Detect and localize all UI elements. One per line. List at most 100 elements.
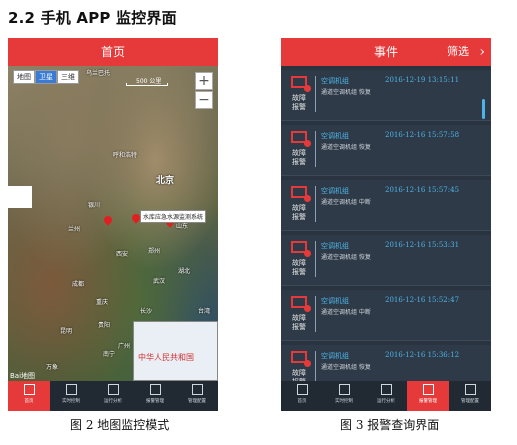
filter-button[interactable]: 筛选 xyxy=(447,38,469,66)
mail-alert-icon xyxy=(291,131,311,147)
city-label: 台湾 xyxy=(198,308,211,315)
alarm-phone-screenshot: 事件 筛选 › 故障报警 空调机组 2016-12-19 13:15:11 通道… xyxy=(281,38,491,411)
alarm-time: 2016-12-16 15:53:31 xyxy=(385,241,460,249)
divider xyxy=(315,351,316,381)
config-icon xyxy=(464,384,476,395)
config-icon xyxy=(191,384,203,395)
fault-label: 故障报警 xyxy=(292,149,306,166)
nav-home[interactable]: 首页 xyxy=(281,381,323,411)
alarm-topbar: 事件 筛选 › xyxy=(281,38,491,66)
map-view[interactable]: 地图 卫星 三维 500 公里 + − 乌兰巴托 呼和浩特 北京 银川 兰州 西… xyxy=(8,66,218,381)
alarm-title: 事件 xyxy=(373,45,398,59)
nav-config[interactable]: 管理配置 xyxy=(449,381,491,411)
fault-label: 故障报警 xyxy=(292,369,306,381)
alarm-desc: 通道空调机组 中断 xyxy=(321,199,371,206)
city-label: 西安 xyxy=(116,251,129,258)
alarm-list[interactable]: 故障报警 空调机组 2016-12-19 13:15:11 通道空调机组 恢复 … xyxy=(281,66,491,381)
divider xyxy=(315,76,316,112)
device-name: 空调机组 xyxy=(321,352,349,360)
nav-alarm[interactable]: 报警管理 xyxy=(407,381,449,411)
city-label: 武汉 xyxy=(153,278,166,285)
city-label: 银川 xyxy=(88,202,101,209)
nav-analysis[interactable]: 运行分析 xyxy=(365,381,407,411)
divider xyxy=(315,131,316,167)
city-label: 昆明 xyxy=(60,328,73,335)
nav-realtime-control[interactable]: 实时控制 xyxy=(50,381,92,411)
city-label: 长沙 xyxy=(140,308,153,315)
map-title: 首页 xyxy=(100,45,125,59)
mail-alert-icon xyxy=(291,296,311,312)
city-label: 湖北 xyxy=(178,268,191,275)
chart-icon xyxy=(380,384,392,395)
city-label: 南宁 xyxy=(103,351,116,358)
alarm-desc: 通道空调机组 恢复 xyxy=(321,89,371,96)
home-icon xyxy=(296,384,308,395)
divider xyxy=(315,186,316,222)
mail-alert-icon xyxy=(291,186,311,202)
alarm-desc: 通道空调机组 恢复 xyxy=(321,254,371,261)
zoom-in-button[interactable]: + xyxy=(195,72,213,90)
divider xyxy=(315,241,316,277)
alarm-list-item[interactable]: 故障报警 空调机组 2016-12-16 15:36:12 通道空调机组 恢复 xyxy=(281,345,491,381)
city-label: 万象 xyxy=(46,364,59,371)
alarm-list-item[interactable]: 故障报警 空调机组 2016-12-16 15:53:31 通道空调机组 恢复 xyxy=(281,235,491,286)
map-type-satellite[interactable]: 卫星 xyxy=(35,70,57,84)
mail-alert-icon xyxy=(291,76,311,92)
fault-label: 故障报警 xyxy=(292,259,306,276)
inset-map: 中华人民共和国 xyxy=(133,321,218,381)
alarm-desc: 通道空调机组 恢复 xyxy=(321,364,371,371)
figure-2-caption: 图 2 地图监控模式 xyxy=(70,418,170,432)
control-icon xyxy=(338,384,350,395)
alarm-time: 2016-12-19 13:15:11 xyxy=(385,76,460,84)
mail-alert-icon xyxy=(291,241,311,257)
map-phone-screenshot: 首页 地图 卫星 三维 500 公里 + − 乌兰巴托 呼和浩特 北京 银川 兰… xyxy=(8,38,218,411)
alarm-list-item[interactable]: 故障报警 空调机组 2016-12-16 15:57:58 通道空调机组 恢复 xyxy=(281,125,491,176)
fault-label: 故障报警 xyxy=(292,314,306,331)
alarm-list-item[interactable]: 故障报警 空调机组 2016-12-16 15:52:47 通道空调机组 中断 xyxy=(281,290,491,341)
city-label: 郑州 xyxy=(148,248,161,255)
chevron-right-icon[interactable]: › xyxy=(479,38,485,66)
scrollbar[interactable] xyxy=(482,99,485,119)
section-title: 2.2 手机 APP 监控界面 xyxy=(8,9,177,27)
city-label: 重庆 xyxy=(96,299,109,306)
bottom-nav: 首页 实时控制 运行分析 报警管理 管理配置 xyxy=(281,381,491,411)
nav-analysis[interactable]: 运行分析 xyxy=(92,381,134,411)
nav-home[interactable]: 首页 xyxy=(8,381,50,411)
scale-bar xyxy=(126,83,168,86)
nav-alarm[interactable]: 报警管理 xyxy=(134,381,176,411)
figure-3-caption: 图 3 报警查询界面 xyxy=(340,418,440,432)
info-panel xyxy=(8,186,32,208)
device-name: 空调机组 xyxy=(321,132,349,140)
nav-config[interactable]: 管理配置 xyxy=(176,381,218,411)
inset-label: 中华人民共和国 xyxy=(138,353,194,362)
control-icon xyxy=(65,384,77,395)
station-tooltip: 水库应急水源监测系统 xyxy=(140,210,207,223)
map-type-3d[interactable]: 三维 xyxy=(57,70,79,84)
zoom-out-button[interactable]: − xyxy=(195,91,213,109)
city-label: 成都 xyxy=(72,281,85,288)
alarm-icon xyxy=(149,384,161,395)
device-name: 空调机组 xyxy=(321,187,349,195)
baidu-logo: Bai地图 xyxy=(10,372,36,380)
city-label: 北京 xyxy=(156,176,175,186)
nav-realtime-control[interactable]: 实时控制 xyxy=(323,381,365,411)
alarm-time: 2016-12-16 15:57:45 xyxy=(385,186,460,194)
fault-label: 故障报警 xyxy=(292,204,306,221)
city-label: 兰州 xyxy=(68,226,81,233)
alarm-list-item[interactable]: 故障报警 空调机组 2016-12-19 13:15:11 通道空调机组 恢复 xyxy=(281,70,491,121)
city-label: 广州 xyxy=(118,343,131,350)
device-name: 空调机组 xyxy=(321,242,349,250)
city-label: 乌兰巴托 xyxy=(86,70,111,77)
map-type-map[interactable]: 地图 xyxy=(13,70,35,84)
city-label: 呼和浩特 xyxy=(113,152,138,159)
device-name: 空调机组 xyxy=(321,77,349,85)
alarm-desc: 通道空调机组 恢复 xyxy=(321,144,371,151)
map-type-switch[interactable]: 地图 卫星 三维 xyxy=(13,70,79,84)
station-marker-icon[interactable] xyxy=(102,214,114,226)
alarm-desc: 通道空调机组 中断 xyxy=(321,309,371,316)
alarm-list-item[interactable]: 故障报警 空调机组 2016-12-16 15:57:45 通道空调机组 中断 xyxy=(281,180,491,231)
alarm-time: 2016-12-16 15:57:58 xyxy=(385,131,460,139)
alarm-time: 2016-12-16 15:52:47 xyxy=(385,296,460,304)
mail-alert-icon xyxy=(291,351,311,367)
alarm-icon xyxy=(422,384,434,395)
